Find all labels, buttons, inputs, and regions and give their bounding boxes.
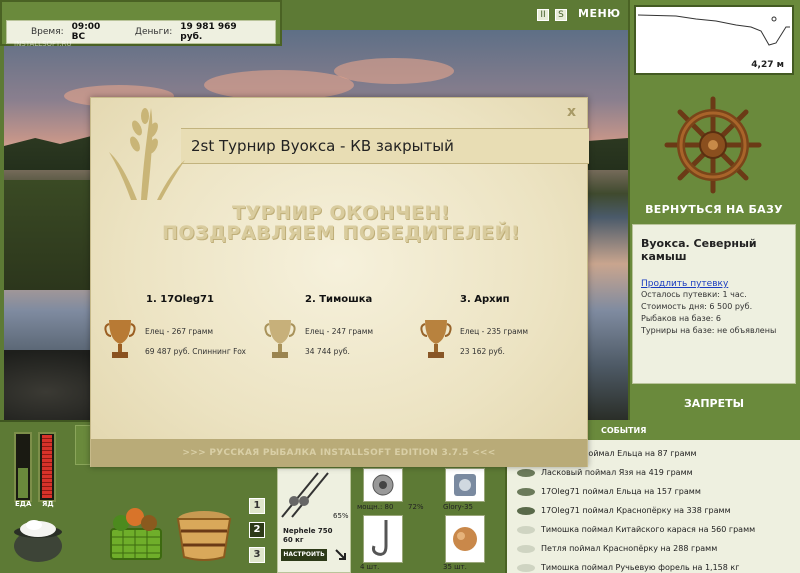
fish-icon xyxy=(517,469,535,477)
poison-gauge xyxy=(38,432,56,502)
close-icon[interactable]: x xyxy=(567,104,576,120)
winner-1-prize: 69 487 руб. Спиннинг Fox xyxy=(145,347,246,356)
base-info-panel: Вуокса. Северный камыш Продлить путевку … xyxy=(632,224,796,384)
line-label: Glory-35 xyxy=(443,503,473,511)
day-cost: Стоимость дня: 6 500 руб. xyxy=(641,302,753,311)
headline-finished: ТУРНИР ОКОНЧЕН! xyxy=(231,202,450,224)
hook-count: 4 шт. xyxy=(360,563,380,571)
line-slot[interactable] xyxy=(445,468,485,502)
time-label: Время: xyxy=(31,27,64,37)
winner-3-name: 3. Архип xyxy=(460,294,510,305)
event-text: Тимошка поймал Китайского карася на 560 … xyxy=(541,525,756,534)
event-text: Петля поймал Краснопёрку на 288 грамм xyxy=(541,544,718,553)
bait-slot[interactable] xyxy=(445,515,485,563)
winner-1-fish: Елец - 267 грамм xyxy=(145,327,214,336)
base-name: Вуокса. Северный камыш xyxy=(641,237,757,263)
arrow-icon[interactable] xyxy=(334,548,348,562)
fishing-line-icon xyxy=(454,474,476,496)
permit-remaining: Осталось путевки: 1 час. xyxy=(641,290,747,299)
winner-1-name: 1. 17Oleg71 xyxy=(146,294,214,305)
shore-grass xyxy=(4,180,94,290)
fish-icon xyxy=(517,526,535,534)
depth-value: 4,27 м xyxy=(751,60,784,70)
sound-button[interactable]: S xyxy=(555,9,567,21)
cooking-pot-icon[interactable] xyxy=(10,512,66,564)
trophy-icon xyxy=(420,320,452,358)
rod-model: Nephele 750 xyxy=(283,527,333,535)
bait-count: 35 шт. xyxy=(443,563,467,571)
fish-icon xyxy=(517,564,535,572)
event-text: 17Oleg71 поймал Краснопёрку на 338 грамм xyxy=(541,506,731,515)
extend-permit-link[interactable]: Продлить путевку xyxy=(641,279,787,289)
list-item: 17Oleg71 поймал Краснопёрку на 338 грамм xyxy=(507,502,800,521)
rod-name: Nephele 750 60 кг xyxy=(283,527,333,545)
dialog-title: 2st Турнир Вуокса - КВ закрытый xyxy=(191,137,454,155)
money-label: Деньги: xyxy=(134,27,173,37)
depth-profile: 4,27 м xyxy=(634,5,794,75)
trophy-icon xyxy=(264,320,296,358)
hook-slot[interactable] xyxy=(363,515,403,563)
winner-2-fish: Елец - 247 грамм xyxy=(305,327,374,336)
trophy-icon xyxy=(104,320,136,358)
time-value: 09:00 ВС xyxy=(71,22,101,42)
poison-label: ЯД xyxy=(42,500,54,508)
pause-button[interactable]: II xyxy=(537,9,549,21)
bans-button[interactable]: ЗАПРЕТЫ xyxy=(636,397,792,410)
event-text: Тимошка поймал Ручьевую форель на 1,158 … xyxy=(541,563,740,572)
watermark: INSTALLSOFT.RU xyxy=(14,40,72,48)
reel-slot[interactable] xyxy=(363,468,403,502)
rod-weight: 60 кг xyxy=(283,536,304,544)
list-item: Петля поймал Краснопёрку на 288 грамм xyxy=(507,540,800,559)
list-item: 17Oleg71 поймал Ельца на 157 грамм xyxy=(507,483,800,502)
fish-icon xyxy=(517,507,535,515)
bait-basket-icon[interactable] xyxy=(105,503,167,563)
ship-wheel-icon[interactable] xyxy=(663,95,763,195)
setup-button[interactable]: НАСТРОИТЬ xyxy=(281,549,327,561)
cloud xyxy=(204,70,354,100)
reel-icon xyxy=(372,474,394,496)
reel-condition: 72% xyxy=(408,503,424,511)
return-to-base-button[interactable]: ВЕРНУТЬСЯ НА БАЗУ xyxy=(636,203,792,216)
tackle-slot-2-button[interactable]: 2 xyxy=(249,522,265,538)
winner-2-name: 2. Тимошка xyxy=(305,294,373,305)
bucket-icon[interactable] xyxy=(173,505,235,563)
poison-gauge-fill xyxy=(42,435,52,498)
events-title: СОБЫТИЯ xyxy=(601,426,647,435)
tackle-slot-1-button[interactable]: 1 xyxy=(249,498,265,514)
winner-3-prize: 23 162 руб. xyxy=(460,347,505,356)
game-version-banner: >>> РУССКАЯ РЫБАЛКА INSTALLSOFT EDITION … xyxy=(182,448,496,458)
food-gauge xyxy=(14,432,32,502)
menu-button[interactable]: МЕНЮ xyxy=(578,7,621,20)
tackle-slot-3-button[interactable]: 3 xyxy=(249,547,265,563)
fish-icon xyxy=(517,545,535,553)
event-text: Ласковый поймал Язя на 419 грамм xyxy=(541,468,693,477)
anglers-count: Рыбаков на базе: 6 xyxy=(641,314,721,323)
winner-2-prize: 34 744 руб. xyxy=(305,347,350,356)
list-item: Тимошка поймал Китайского карася на 560 … xyxy=(507,521,800,540)
rod-condition: 65% xyxy=(333,512,349,520)
fish-icon xyxy=(517,488,535,496)
float-marker xyxy=(771,16,777,22)
cloud xyxy=(334,58,454,84)
hook-icon xyxy=(372,520,388,556)
tournament-results-dialog: 2st Турнир Вуокса - КВ закрытый x ТУРНИР… xyxy=(90,97,589,467)
headline-congrats: ПОЗДРАВЛЯЕМ ПОБЕДИТЕЛЕЙ! xyxy=(161,222,521,244)
reel-label: мощн.: 80 xyxy=(357,503,394,511)
wheat-icon xyxy=(109,108,185,200)
tournaments-info: Турниры на базе: не объявлены xyxy=(641,326,777,335)
money-value: 19 981 969 руб. xyxy=(180,22,237,42)
event-text: 17Oleg71 поймал Ельца на 157 грамм xyxy=(541,487,701,496)
food-label: ЕДА xyxy=(15,500,32,508)
food-gauge-fill xyxy=(18,468,28,498)
winner-3-fish: Елец - 235 грамм xyxy=(460,327,529,336)
bait-icon xyxy=(453,527,477,551)
list-item: Тимошка поймал Ручьевую форель на 1,158 … xyxy=(507,559,800,573)
